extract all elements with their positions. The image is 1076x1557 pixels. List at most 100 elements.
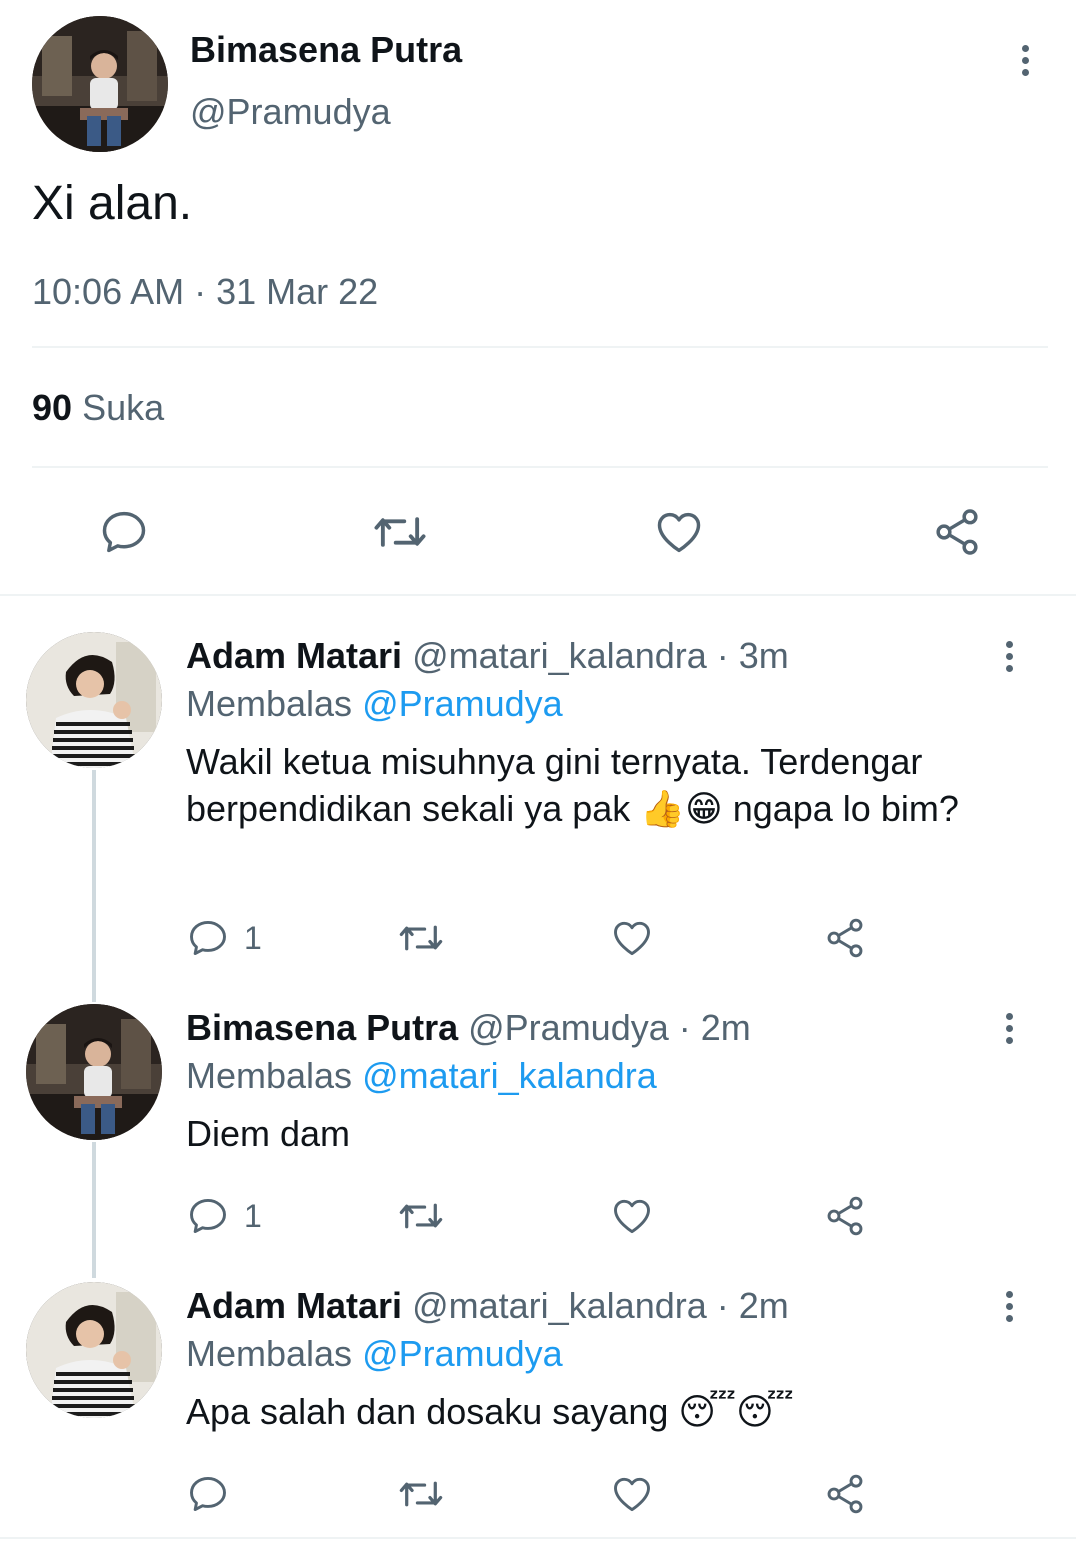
dot-icon xyxy=(1021,56,1029,64)
mention-link[interactable]: @Pramudya xyxy=(362,1333,563,1374)
heart-icon xyxy=(657,512,701,553)
retweet-icon xyxy=(399,925,443,951)
avatar[interactable] xyxy=(26,632,162,768)
avatar-photo xyxy=(26,632,162,768)
replying-to: Membalas @Pramudya xyxy=(186,1332,563,1376)
author-name[interactable]: Adam Matari xyxy=(186,1285,402,1326)
share-button[interactable] xyxy=(930,506,984,558)
author-handle[interactable]: @matari_kalandra xyxy=(412,635,707,676)
avatar-photo xyxy=(32,16,168,152)
author-handle[interactable]: @Pramudya xyxy=(468,1007,669,1048)
dot-icon xyxy=(1005,1024,1013,1032)
dot-icon xyxy=(1005,1314,1013,1322)
like-button[interactable] xyxy=(652,506,706,558)
reply-button[interactable]: 1 xyxy=(186,1194,262,1238)
reply-text: Wakil ketua misuhnya gini ternyata. Terd… xyxy=(186,738,1026,832)
reply-header: Adam Matari @matari_kalandra · 2m xyxy=(186,1284,789,1328)
tweet-actions xyxy=(0,502,1076,558)
dot-icon xyxy=(1005,1036,1013,1044)
avatar-photo xyxy=(26,1004,162,1140)
mention-link[interactable]: @Pramudya xyxy=(362,683,563,724)
replying-label: Membalas xyxy=(186,1333,353,1374)
reply-button[interactable]: 1 xyxy=(186,916,262,960)
reply-text-part: ngapa lo bim? xyxy=(732,788,959,829)
like-button[interactable] xyxy=(609,1472,655,1516)
reply-actions xyxy=(0,1472,1076,1516)
retweet-button[interactable] xyxy=(396,1194,446,1238)
mention-link[interactable]: @matari_kalandra xyxy=(362,1055,657,1096)
replying-to: Membalas @Pramudya xyxy=(186,682,563,726)
replying-label: Membalas xyxy=(186,683,353,724)
reply-actions: 1 xyxy=(0,1194,1076,1238)
like-button[interactable] xyxy=(609,916,655,960)
retweet-icon xyxy=(399,1203,443,1229)
likes-label: Suka xyxy=(82,387,165,428)
reply-button[interactable] xyxy=(186,1472,230,1516)
divider xyxy=(32,466,1048,468)
reply-text: Apa salah dan dosaku sayang 😴😴 xyxy=(186,1388,1026,1435)
dot-icon xyxy=(1005,1012,1013,1020)
reply-icon xyxy=(102,511,146,553)
avatar[interactable] xyxy=(32,16,168,152)
reply-actions: 1 xyxy=(0,916,1076,960)
divider xyxy=(0,1537,1076,1539)
emoji: 👍😁 xyxy=(640,788,723,829)
heart-icon xyxy=(614,1477,650,1512)
dot-icon xyxy=(1021,68,1029,76)
dot-icon xyxy=(1005,664,1013,672)
share-button[interactable] xyxy=(822,1194,868,1238)
more-options-button[interactable] xyxy=(997,1006,1021,1050)
retweet-icon xyxy=(399,1481,443,1507)
share-icon xyxy=(936,509,978,555)
avatar[interactable] xyxy=(26,1004,162,1140)
share-button[interactable] xyxy=(822,1472,868,1516)
reply-tweet[interactable]: Adam Matari @matari_kalandra · 2m Membal… xyxy=(0,1282,1076,1532)
author-name[interactable]: Adam Matari xyxy=(186,635,402,676)
replying-label: Membalas xyxy=(186,1055,353,1096)
more-options-button[interactable] xyxy=(997,1284,1021,1328)
reply-tweet[interactable]: Bimasena Putra @Pramudya · 2m Membalas @… xyxy=(0,1004,1076,1264)
avatar[interactable] xyxy=(26,1282,162,1418)
dot-icon xyxy=(1021,44,1029,52)
share-icon xyxy=(827,918,863,958)
heart-icon xyxy=(614,921,650,956)
share-button[interactable] xyxy=(822,916,868,960)
reply-text: Diem dam xyxy=(186,1113,351,1154)
author-name[interactable]: Bimasena Putra xyxy=(190,28,462,72)
reply-text-part: Apa salah dan dosaku sayang xyxy=(186,1391,669,1432)
author-handle[interactable]: @Pramudya xyxy=(190,90,391,134)
reply-icon xyxy=(190,1476,226,1512)
divider xyxy=(32,346,1048,348)
tweet-timestamp[interactable]: 10:06 AM · 31 Mar 22 xyxy=(32,270,378,314)
reply-time: · 2m xyxy=(716,1285,789,1326)
retweet-button[interactable] xyxy=(396,916,446,960)
retweet-button[interactable] xyxy=(370,506,430,558)
likes-count: 90 xyxy=(32,387,73,428)
more-options-button[interactable] xyxy=(1013,38,1037,82)
dot-icon xyxy=(1005,1302,1013,1310)
tweet-text: Xi alan. xyxy=(32,177,193,230)
reply-tweet[interactable]: Adam Matari @matari_kalandra · 3m Membal… xyxy=(0,632,1076,972)
section-divider xyxy=(0,594,1076,596)
dot-icon xyxy=(1005,652,1013,660)
replying-to: Membalas @matari_kalandra xyxy=(186,1054,657,1098)
avatar-photo xyxy=(26,1282,162,1418)
retweet-button[interactable] xyxy=(396,1472,446,1516)
heart-icon xyxy=(614,1199,650,1234)
reply-button[interactable] xyxy=(98,506,150,558)
reply-time: · 3m xyxy=(716,635,789,676)
reply-count: 1 xyxy=(244,1197,262,1234)
share-icon xyxy=(827,1196,863,1236)
likes-summary[interactable]: 90 Suka xyxy=(32,386,164,430)
main-tweet: Bimasena Putra @Pramudya Xi alan. 10:06 … xyxy=(0,0,1076,596)
like-button[interactable] xyxy=(609,1194,655,1238)
emoji: 😴😴 xyxy=(678,1391,794,1432)
dot-icon xyxy=(1005,640,1013,648)
reply-icon xyxy=(190,920,226,956)
reply-icon xyxy=(190,1198,226,1234)
author-name[interactable]: Bimasena Putra xyxy=(186,1007,458,1048)
more-options-button[interactable] xyxy=(997,634,1021,678)
reply-header: Bimasena Putra @Pramudya · 2m xyxy=(186,1006,751,1050)
author-handle[interactable]: @matari_kalandra xyxy=(412,1285,707,1326)
reply-header: Adam Matari @matari_kalandra · 3m xyxy=(186,634,789,678)
